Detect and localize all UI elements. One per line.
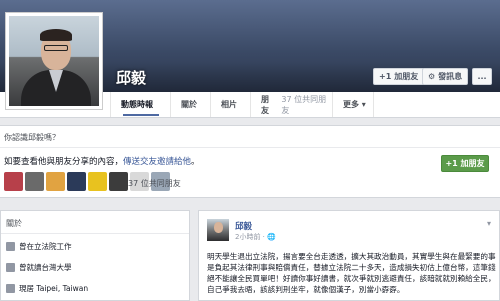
- briefcase-icon: [6, 242, 15, 251]
- chevron-down-icon[interactable]: ▾: [487, 219, 491, 228]
- gear-icon: ⚙: [428, 72, 436, 81]
- more-label: ...: [477, 72, 487, 81]
- message-label: 發訊息: [438, 72, 463, 81]
- profile-name[interactable]: 邱毅: [116, 67, 146, 88]
- friend-request-prompt: 如要查看他與朋友分享的內容，傳送交友邀請給他。: [4, 157, 200, 167]
- post-body-text: 明天學生退出立法院，揚言要全台走透透，擴大其政治動員，其實學生與在最緊要的事是負…: [207, 252, 496, 294]
- avatar: [9, 16, 99, 106]
- post-timestamp[interactable]: 2小時前 · 🌐: [235, 232, 276, 242]
- message-button[interactable]: ⚙ 發訊息: [422, 68, 469, 85]
- add-friend-button[interactable]: +1 加朋友: [373, 68, 425, 85]
- mutual-friend-thumbnail[interactable]: [88, 172, 107, 191]
- about-panel: 關於 曾在立法院工作 曾就讀台灣大學 現居 Taipei, Taiwan: [0, 210, 190, 301]
- tab-photos[interactable]: 相片: [210, 92, 250, 117]
- add-friend-label: 加朋友: [394, 72, 419, 81]
- about-item-education: 曾就讀台灣大學: [6, 262, 72, 273]
- about-item-work: 曾在立法院工作: [6, 241, 72, 252]
- add-friend-icon: +1: [379, 72, 392, 81]
- mutual-friends-label[interactable]: 37 位共同朋友: [128, 178, 181, 189]
- home-icon: [6, 284, 15, 293]
- graduation-cap-icon: [6, 263, 15, 272]
- send-request-link[interactable]: 傳送交友邀請給他: [123, 157, 191, 167]
- post-author-avatar[interactable]: [207, 219, 229, 241]
- mutual-friend-thumbnail[interactable]: [67, 172, 86, 191]
- know-question: 你認識邱毅嗎？: [4, 133, 60, 142]
- mutual-friend-thumbnail[interactable]: [4, 172, 23, 191]
- tab-friends[interactable]: 朋友 37 位共同朋友: [250, 92, 332, 117]
- mutual-friend-thumbnail[interactable]: [25, 172, 44, 191]
- about-item-location: 現居 Taipei, Taiwan: [6, 283, 88, 294]
- timeline-post: 邱毅 2小時前 · 🌐 ▾ 明天學生退出立法院，揚言要全台走透透，擴大其政治動員…: [198, 210, 500, 301]
- add-friend-green-button[interactable]: +1 加朋友: [441, 155, 489, 172]
- mutual-friend-thumbnail[interactable]: [46, 172, 65, 191]
- tab-more[interactable]: 更多 ▾: [332, 92, 374, 117]
- about-title: 關於: [6, 219, 22, 228]
- tab-timeline[interactable]: 動態時報: [110, 92, 170, 117]
- profile-picture[interactable]: [5, 12, 103, 110]
- tab-about[interactable]: 關於: [170, 92, 210, 117]
- mutual-friends-count: 37 位共同朋友: [281, 94, 327, 115]
- post-author-name[interactable]: 邱毅: [235, 220, 252, 232]
- mutual-friend-thumbnail[interactable]: [109, 172, 128, 191]
- more-options-button[interactable]: ...: [472, 68, 492, 85]
